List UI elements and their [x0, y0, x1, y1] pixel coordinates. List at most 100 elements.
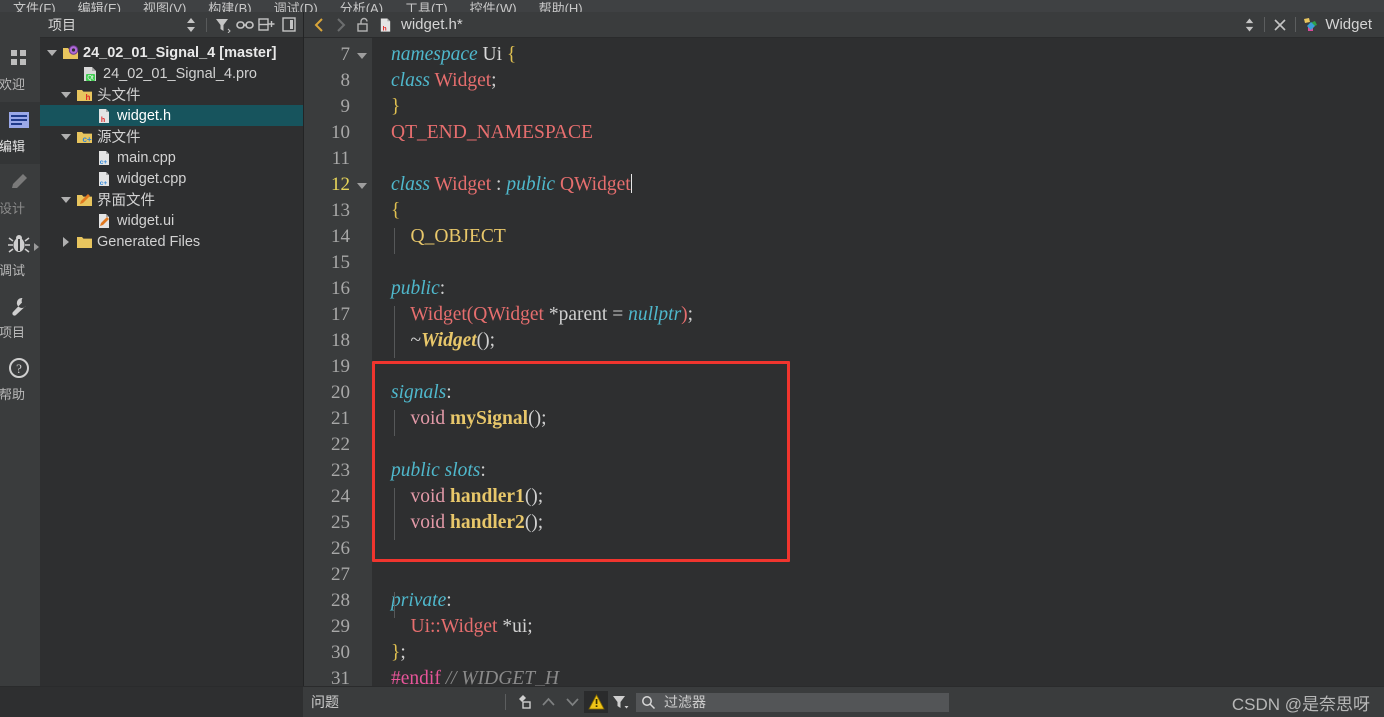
code-line-28[interactable]: private: — [372, 588, 1384, 614]
mode-edit[interactable]: 编辑 — [0, 102, 40, 164]
csdn-watermark: CSDN @是奈思呀 — [1231, 694, 1370, 714]
tree-item-generated-files[interactable]: Generated Files — [40, 231, 303, 252]
chevron-right-icon[interactable] — [330, 14, 352, 36]
code-line-22[interactable] — [372, 432, 1384, 458]
tree-item-widget-cpp[interactable]: c+ widget.cpp — [40, 168, 303, 189]
twisty-down-icon[interactable] — [58, 196, 74, 203]
menu-widgets[interactable]: 控件(W) — [459, 2, 528, 12]
project-sidebar-toolbar — [181, 15, 303, 34]
line-number: 14 — [331, 226, 350, 247]
filter-dropdown-icon[interactable] — [608, 691, 632, 713]
mode-debug-expand-arrow[interactable] — [34, 243, 39, 251]
qt-creator-window: 文件(F) 编辑(E) 视图(V) 构建(B) 调试(D) 分析(A) 工具(T… — [0, 0, 1384, 717]
tree-item-main-cpp[interactable]: c+ main.cpp — [40, 147, 303, 168]
code-line-31[interactable]: #endif // WIDGET_H — [372, 666, 1384, 686]
issues-bottom-bar: 问题 过滤器 CSDN @是奈思呀 — [0, 686, 1384, 717]
mode-welcome-label: 欢迎 — [0, 77, 25, 92]
tree-item-widget-ui[interactable]: widget.ui — [40, 210, 303, 231]
twisty-right-icon[interactable] — [58, 236, 74, 247]
mode-debug[interactable]: 调试 — [0, 226, 40, 288]
editor-tab-filename[interactable]: widget.h* — [401, 16, 463, 33]
svg-text:c+: c+ — [100, 159, 108, 166]
mode-help-label: 帮助 — [0, 387, 25, 402]
code-line-25[interactable]: void handler2(); — [372, 510, 1384, 536]
fold-marker-icon[interactable] — [357, 53, 367, 59]
code-line-21[interactable]: void mySignal(); — [372, 406, 1384, 432]
close-icon[interactable] — [1269, 14, 1291, 36]
mode-welcome[interactable]: 欢迎 — [0, 40, 40, 102]
sync-updown-icon[interactable] — [181, 15, 200, 34]
editor-tab-bar: h widget.h* Widget — [304, 12, 1384, 38]
code-line-18[interactable]: ~Widget(); — [372, 328, 1384, 354]
mode-project[interactable]: 项目 — [0, 288, 40, 350]
line-number: 9 — [340, 96, 351, 117]
twisty-down-icon[interactable] — [44, 49, 60, 56]
menu-build[interactable]: 构建(B) — [197, 2, 262, 12]
header-file-icon: h — [94, 108, 114, 124]
warning-icon[interactable] — [584, 691, 608, 713]
mode-project-label: 项目 — [0, 325, 25, 340]
code-line-7[interactable]: namespace Ui { — [372, 42, 1384, 68]
code-line-20[interactable]: signals: — [372, 380, 1384, 406]
twisty-down-icon[interactable] — [58, 133, 74, 140]
code-line-9[interactable]: } — [372, 94, 1384, 120]
tree-item-sources-folder[interactable]: c+ 源文件 — [40, 126, 303, 147]
code-line-15[interactable] — [372, 250, 1384, 276]
issues-panel-title[interactable]: 问题 — [303, 692, 349, 712]
sort-updown-icon[interactable] — [1238, 14, 1260, 36]
filter-icon[interactable] — [213, 15, 232, 34]
code-line-12[interactable]: class Widget : public QWidget — [372, 172, 1384, 198]
menu-debug[interactable]: 调试(D) — [263, 2, 329, 12]
issues-filter-input[interactable]: 过滤器 — [636, 692, 949, 712]
code-line-16[interactable]: public: — [372, 276, 1384, 302]
menu-file[interactable]: 文件(F) — [2, 2, 67, 12]
code-lines[interactable]: namespace Ui { class Widget; } QT_END_NA… — [372, 38, 1384, 686]
line-number: 26 — [331, 538, 350, 559]
chevron-up-icon[interactable] — [536, 691, 560, 713]
code-line-11[interactable] — [372, 146, 1384, 172]
code-line-13[interactable]: { — [372, 198, 1384, 224]
mode-help[interactable]: ? 帮助 — [0, 350, 40, 412]
code-editor[interactable]: 7 8 9 10 11 12 13 14 15 16 17 18 19 20 2… — [304, 38, 1384, 686]
tree-item-headers-folder[interactable]: h 头文件 — [40, 84, 303, 105]
code-line-8[interactable]: class Widget; — [372, 68, 1384, 94]
unlocked-icon[interactable] — [352, 14, 374, 36]
code-line-23[interactable]: public slots: — [372, 458, 1384, 484]
tree-item-pro-file[interactable]: Qt 24_02_01_Signal_4.pro — [40, 63, 303, 84]
code-line-19[interactable] — [372, 354, 1384, 380]
tree-item-project-root[interactable]: 24_02_01_Signal_4 [master] — [40, 42, 303, 63]
line-number: 23 — [331, 460, 350, 481]
debug-bug-icon — [6, 231, 32, 257]
tree-item-forms-folder[interactable]: 界面文件 — [40, 189, 303, 210]
link-icon[interactable] — [235, 15, 254, 34]
code-line-17[interactable]: Widget(QWidget *parent = nullptr); — [372, 302, 1384, 328]
code-line-30[interactable]: }; — [372, 640, 1384, 666]
bottom-bar-left-spacer — [0, 687, 303, 717]
menu-edit[interactable]: 编辑(E) — [67, 2, 132, 12]
close-panel-icon[interactable] — [279, 15, 298, 34]
menu-tools[interactable]: 工具(T) — [394, 2, 459, 12]
symbol-selector-label[interactable]: Widget — [1325, 16, 1372, 33]
code-line-24[interactable]: void handler1(); — [372, 484, 1384, 510]
menu-analyze[interactable]: 分析(A) — [329, 2, 394, 12]
split-add-icon[interactable] — [257, 15, 276, 34]
code-line-29[interactable]: Ui::Widget *ui; — [372, 614, 1384, 640]
clear-filter-icon[interactable] — [512, 691, 536, 713]
fold-marker-icon[interactable] — [357, 183, 367, 189]
code-line-27[interactable] — [372, 562, 1384, 588]
menu-help[interactable]: 帮助(H) — [528, 2, 594, 12]
twisty-down-icon[interactable] — [58, 91, 74, 98]
line-number: 20 — [331, 382, 350, 403]
design-pencil-icon — [6, 169, 32, 195]
menu-view[interactable]: 视图(V) — [132, 2, 197, 12]
code-line-26[interactable] — [372, 536, 1384, 562]
chevron-left-icon[interactable] — [308, 14, 330, 36]
code-line-10[interactable]: QT_END_NAMESPACE — [372, 120, 1384, 146]
pro-file-icon: Qt — [80, 66, 100, 82]
chevron-down-icon[interactable] — [560, 691, 584, 713]
code-line-14[interactable]: Q_OBJECT — [372, 224, 1384, 250]
mode-design[interactable]: 设计 — [0, 164, 40, 226]
issues-filter-placeholder: 过滤器 — [664, 694, 706, 710]
tree-item-widget-h[interactable]: h widget.h — [40, 105, 303, 126]
line-number: 7 — [304, 42, 372, 68]
